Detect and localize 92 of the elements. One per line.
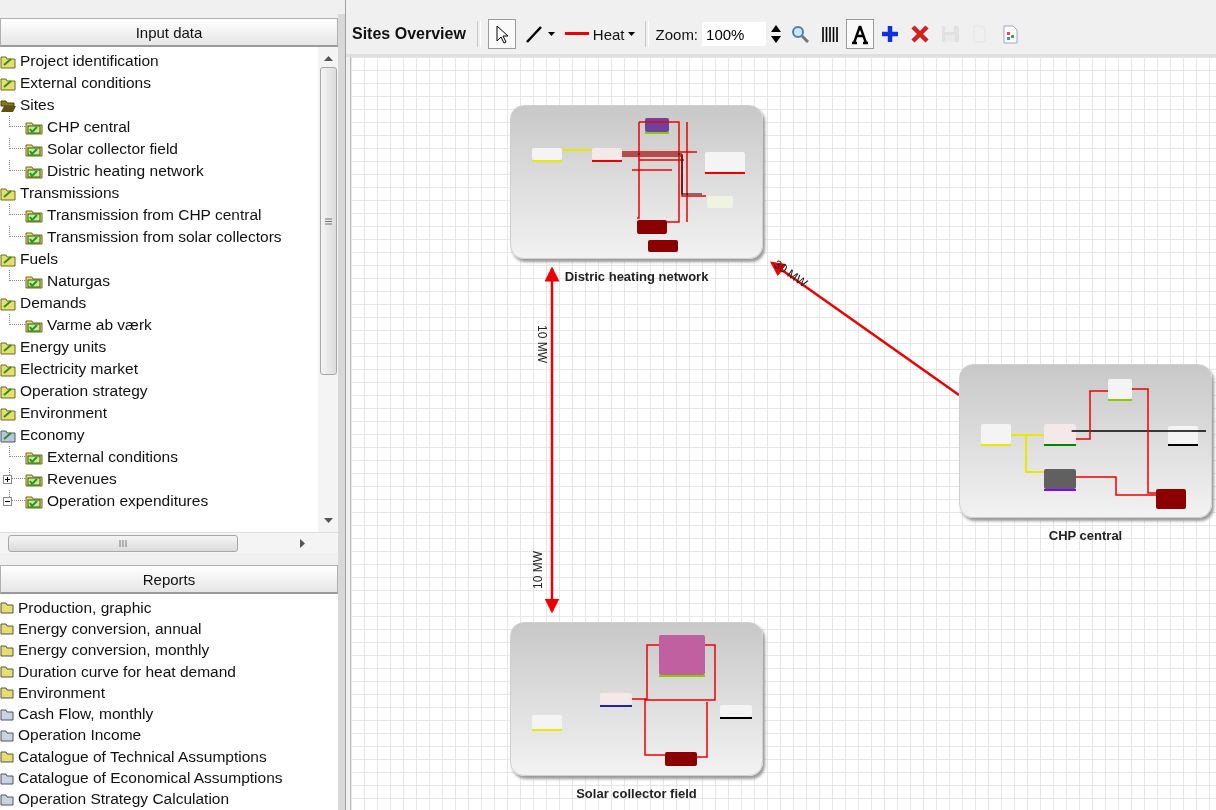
line-type-dropdown[interactable]: Heat <box>561 19 638 49</box>
folder-icon <box>0 665 14 679</box>
site-name: Distric heating network <box>563 269 710 284</box>
folder-icon <box>0 339 16 355</box>
panel-header: Reports <box>0 565 338 595</box>
report-item[interactable]: Catalogue of Economical Assumptions <box>18 769 283 788</box>
link-label: 30 MW <box>770 257 811 291</box>
folder-icon <box>0 75 16 91</box>
link-label: 10 MW <box>535 325 549 363</box>
scroll-down-icon[interactable] <box>323 518 333 525</box>
zoom-icon <box>789 23 812 45</box>
folder-icon <box>0 405 16 421</box>
text-button[interactable] <box>846 19 875 49</box>
folder-icon <box>0 707 14 721</box>
folder-check-icon <box>25 449 43 465</box>
folder-check-icon <box>25 119 43 135</box>
tree-item[interactable]: Fuels <box>20 250 58 268</box>
expand-icon[interactable] <box>3 474 12 484</box>
folder-icon <box>0 251 16 267</box>
folder-check-icon <box>25 163 43 179</box>
folder-icon <box>0 53 16 69</box>
folder-icon <box>0 792 14 806</box>
report-item[interactable]: Production, graphic <box>18 598 152 617</box>
line-sample-icon <box>564 32 589 36</box>
folder-icon <box>0 383 16 399</box>
folder-icon <box>0 622 14 636</box>
scroll-right-icon[interactable] <box>300 538 306 548</box>
folder-check-icon <box>25 207 43 223</box>
tree-item[interactable]: Operation expenditures <box>47 492 209 510</box>
folder-icon <box>0 643 14 657</box>
site-name: Solar collector field <box>575 786 698 801</box>
caret-icon <box>627 32 635 36</box>
report-item[interactable]: Duration curve for heat demand <box>18 662 236 681</box>
open-folder-icon <box>0 97 16 113</box>
tree-item[interactable]: CHP central <box>47 118 131 136</box>
report-item[interactable]: Operation Strategy Calculation <box>18 790 230 809</box>
folder-icon <box>0 185 16 201</box>
folder-icon <box>0 750 14 764</box>
tree-item[interactable]: Energy units <box>20 338 107 356</box>
tree-item[interactable]: Transmission from CHP central <box>47 206 262 224</box>
tree-item[interactable]: Electricity market <box>20 360 138 378</box>
scroll-up-icon[interactable] <box>323 55 333 61</box>
tree-item[interactable]: Revenues <box>47 470 117 488</box>
tree-item[interactable]: Solar collector field <box>47 140 178 158</box>
tree-item[interactable]: External conditions <box>47 448 178 466</box>
tree-item[interactable]: Distric heating network <box>47 162 204 180</box>
grip-icon <box>119 539 127 547</box>
panel-header: Input data <box>0 18 338 47</box>
folder-icon <box>0 295 16 311</box>
pointer-button[interactable] <box>487 19 516 49</box>
folder-icon <box>0 427 16 443</box>
spinner-icon[interactable] <box>770 23 783 45</box>
zoom-label: Zoom: <box>655 25 699 43</box>
tree-item[interactable]: Economy <box>20 426 85 444</box>
folder-check-icon <box>25 317 43 333</box>
folder-check-icon <box>25 141 43 157</box>
folder-check-icon <box>25 273 43 289</box>
delete-icon <box>909 23 932 45</box>
tree-item[interactable]: Environment <box>20 404 107 422</box>
folder-check-icon <box>25 229 43 245</box>
tree-item[interactable]: Project identification <box>20 52 159 70</box>
folder-icon <box>0 361 16 377</box>
folder-icon <box>0 771 14 785</box>
tree-item[interactable]: Transmission from solar collectors <box>47 228 282 246</box>
report-item[interactable]: Energy conversion, monthly <box>18 641 210 660</box>
tree-item[interactable]: Transmissions <box>20 184 120 202</box>
folder-check-icon <box>25 493 43 509</box>
tree-item[interactable]: External conditions <box>20 74 151 92</box>
tree-item[interactable]: Varme ab værk <box>47 316 152 334</box>
folder-icon <box>0 601 14 615</box>
tree-item[interactable]: Demands <box>20 294 87 312</box>
scrollbar-thumb[interactable] <box>8 534 238 552</box>
grip-icon <box>324 217 332 225</box>
report-item[interactable]: Energy conversion, annual <box>18 619 202 638</box>
collapse-icon[interactable] <box>3 496 12 506</box>
link-label: 10 MW <box>531 551 545 589</box>
report-item[interactable]: Operation Income <box>18 726 142 745</box>
scrollbar-thumb[interactable] <box>319 67 337 375</box>
report-item[interactable]: Environment <box>18 683 105 702</box>
folder-icon <box>0 686 14 700</box>
report-item[interactable]: Catalogue of Technical Assumptions <box>18 747 267 766</box>
tree-item[interactable]: Naturgas <box>47 272 110 290</box>
transmission-arrow[interactable] <box>769 261 960 397</box>
caret-icon <box>547 32 555 36</box>
report-item[interactable]: Cash Flow, monthly <box>18 705 154 724</box>
tree-item[interactable]: Sites <box>20 96 55 114</box>
folder-icon <box>0 728 14 742</box>
view-title: Sites Overview <box>352 25 466 43</box>
tree-item[interactable]: Operation strategy <box>20 382 148 400</box>
folder-check-icon <box>25 471 43 487</box>
site-name: CHP central <box>1047 528 1124 543</box>
zoom-field[interactable]: 100% <box>702 22 767 46</box>
